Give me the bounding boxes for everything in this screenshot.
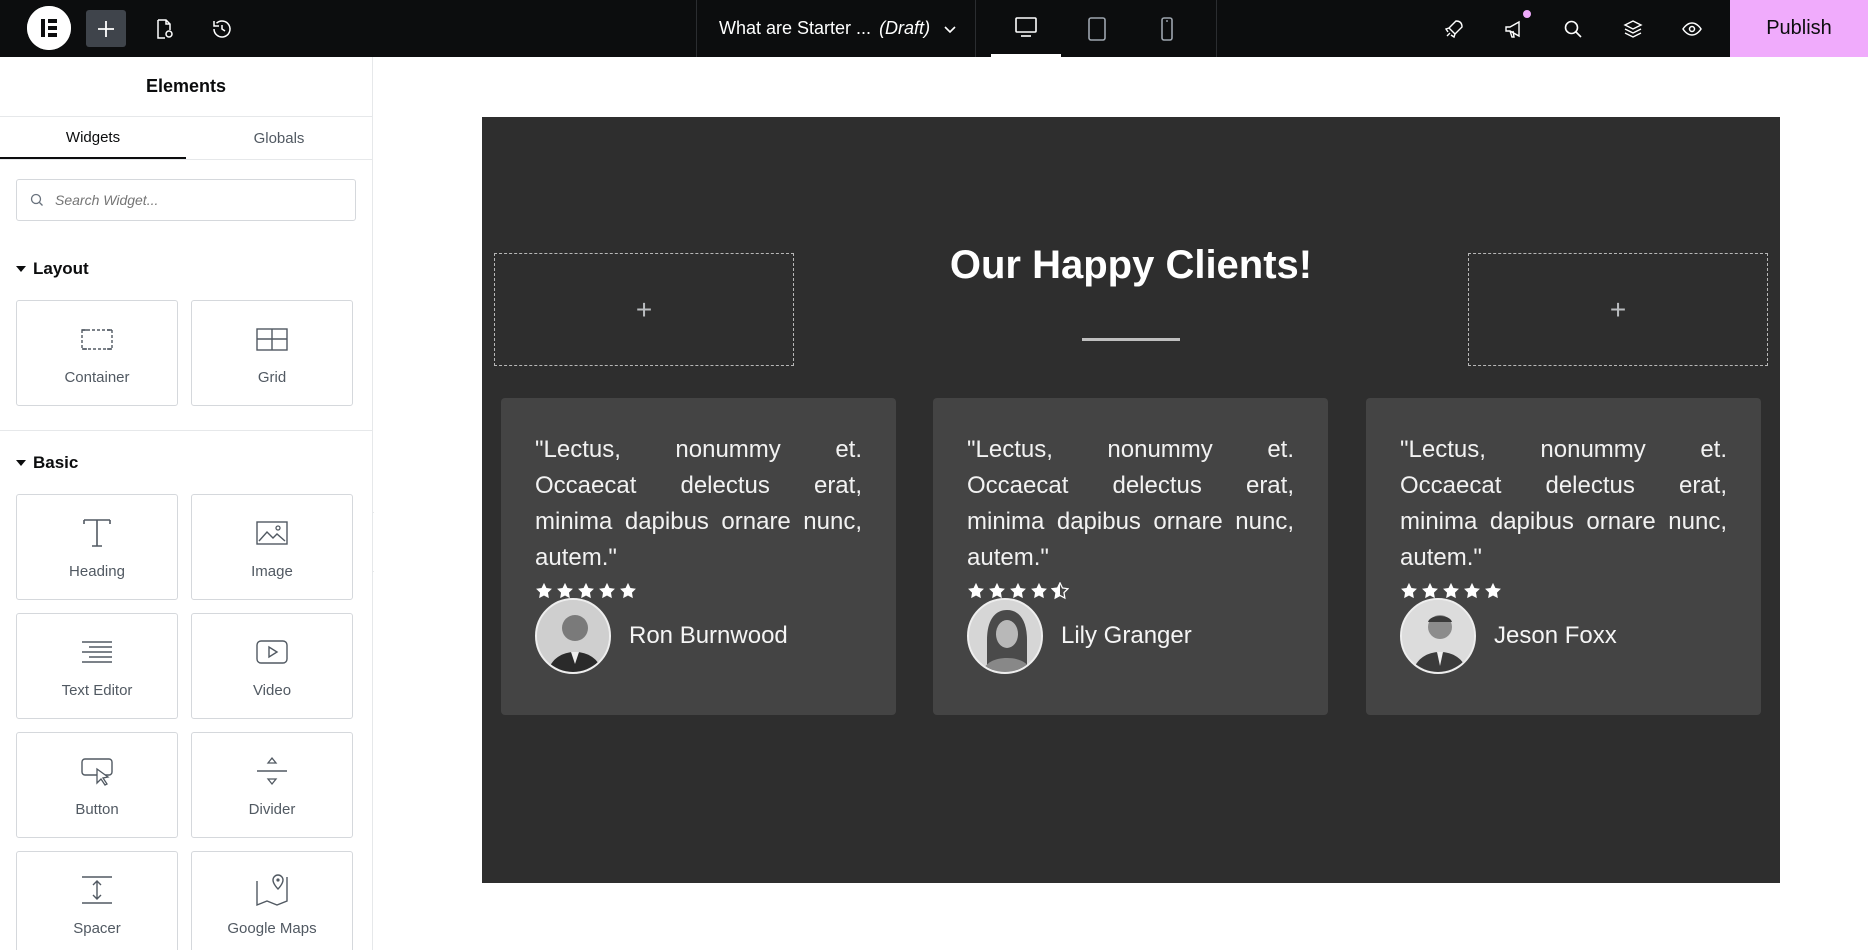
desktop-icon bbox=[1015, 17, 1037, 37]
notification-dot bbox=[1523, 10, 1531, 18]
elements-panel: Elements Widgets Globals Layout Containe… bbox=[0, 57, 373, 950]
search-button[interactable] bbox=[1553, 10, 1593, 47]
plus-icon bbox=[98, 20, 114, 37]
preview-button[interactable] bbox=[1672, 10, 1712, 47]
text-editor-icon bbox=[82, 640, 112, 663]
tab-widgets[interactable]: Widgets bbox=[0, 117, 186, 159]
widget-label: Spacer bbox=[73, 919, 121, 937]
avatar bbox=[535, 598, 611, 674]
publish-button[interactable]: Publish bbox=[1730, 0, 1868, 57]
desktop-view-button[interactable] bbox=[991, 0, 1061, 57]
structure-button[interactable] bbox=[1613, 10, 1653, 47]
search-widget-input[interactable] bbox=[55, 192, 315, 208]
google-maps-icon bbox=[256, 873, 288, 906]
eye-icon bbox=[1682, 21, 1702, 36]
widget-image[interactable]: Image bbox=[191, 494, 353, 600]
add-widget-icon[interactable]: + bbox=[1610, 294, 1626, 326]
widget-video[interactable]: Video bbox=[191, 613, 353, 719]
add-element-button[interactable] bbox=[86, 10, 126, 47]
person-photo-icon bbox=[969, 600, 1041, 672]
caret-down-icon bbox=[16, 266, 26, 272]
caret-down-icon bbox=[16, 460, 26, 466]
mobile-icon bbox=[1161, 16, 1173, 41]
tablet-view-button[interactable] bbox=[1062, 0, 1132, 57]
search-icon bbox=[1564, 20, 1582, 38]
button-icon bbox=[81, 757, 113, 786]
category-layout[interactable]: Layout bbox=[0, 257, 372, 281]
spacer-icon bbox=[82, 875, 112, 904]
avatar bbox=[967, 598, 1043, 674]
widget-heading[interactable]: Heading bbox=[16, 494, 178, 600]
widget-label: Google Maps bbox=[227, 919, 317, 937]
panel-tabs: Widgets Globals bbox=[0, 117, 372, 160]
device-switcher bbox=[977, 0, 1217, 57]
page-settings-icon bbox=[157, 18, 173, 39]
elementor-logo-icon[interactable] bbox=[27, 6, 71, 50]
megaphone-icon bbox=[1505, 20, 1520, 38]
testimonial-card[interactable]: "Lectus, nonummy et. Occaecat delectus e… bbox=[501, 398, 896, 715]
document-title-dropdown[interactable]: What are Starter ... (Draft) bbox=[696, 0, 976, 57]
person-photo-icon bbox=[1402, 600, 1474, 672]
widget-spacer[interactable]: Spacer bbox=[16, 851, 178, 950]
widget-search bbox=[16, 179, 356, 221]
testimonial-author: Ron Burnwood bbox=[535, 598, 788, 674]
author-name: Jeson Foxx bbox=[1494, 622, 1617, 649]
widget-label: Text Editor bbox=[61, 681, 133, 699]
heading-icon bbox=[83, 518, 111, 547]
section-heading[interactable]: Our Happy Clients! bbox=[482, 243, 1780, 288]
widget-label: Video bbox=[252, 681, 292, 699]
launch-button[interactable] bbox=[1434, 10, 1474, 47]
chevron-down-icon bbox=[944, 25, 956, 33]
widget-label: Button bbox=[75, 800, 119, 818]
testimonial-author: Jeson Foxx bbox=[1400, 598, 1617, 674]
add-widget-icon[interactable]: + bbox=[636, 294, 652, 326]
category-label: Layout bbox=[33, 259, 89, 278]
widget-label: Container bbox=[64, 368, 130, 386]
testimonial-card[interactable]: "Lectus, nonummy et. Occaecat delectus e… bbox=[1366, 398, 1761, 715]
testimonial-quote: "Lectus, nonummy et. Occaecat delectus e… bbox=[967, 436, 1294, 571]
avatar bbox=[1400, 598, 1476, 674]
author-name: Ron Burnwood bbox=[629, 622, 788, 649]
mobile-view-button[interactable] bbox=[1132, 0, 1202, 57]
video-icon bbox=[256, 639, 288, 664]
rocket-icon bbox=[1444, 19, 1463, 38]
tablet-icon bbox=[1088, 16, 1106, 41]
category-label: Basic bbox=[33, 453, 79, 472]
editor-canvas: + + Our Happy Clients! "Lectus, nonummy … bbox=[374, 57, 1868, 950]
widget-google-maps[interactable]: Google Maps bbox=[191, 851, 353, 950]
top-bar: What are Starter ... (Draft) Publish bbox=[0, 0, 1868, 57]
divider-icon bbox=[257, 756, 287, 785]
testimonial-author: Lily Granger bbox=[967, 598, 1192, 674]
panel-title: Elements bbox=[0, 57, 372, 117]
image-icon bbox=[256, 520, 288, 545]
widget-divider[interactable]: Divider bbox=[191, 732, 353, 838]
author-name: Lily Granger bbox=[1061, 622, 1192, 649]
person-photo-icon bbox=[537, 600, 609, 672]
document-title: What are Starter ... bbox=[719, 18, 872, 38]
widget-grid[interactable]: Grid bbox=[191, 300, 353, 406]
heading-divider bbox=[1082, 338, 1180, 341]
testimonial-quote: "Lectus, nonummy et. Occaecat delectus e… bbox=[535, 436, 862, 571]
history-button[interactable] bbox=[202, 10, 242, 47]
widget-label: Heading bbox=[69, 562, 125, 580]
category-basic[interactable]: Basic bbox=[0, 451, 372, 475]
widget-label: Image bbox=[251, 562, 293, 580]
widget-label: Grid bbox=[257, 368, 287, 386]
testimonials-section[interactable]: + + Our Happy Clients! "Lectus, nonummy … bbox=[482, 117, 1780, 883]
document-status: (Draft) bbox=[879, 18, 931, 38]
testimonial-quote: "Lectus, nonummy et. Occaecat delectus e… bbox=[1400, 436, 1727, 571]
widget-label: Divider bbox=[248, 800, 296, 818]
widget-button[interactable]: Button bbox=[16, 732, 178, 838]
layers-icon bbox=[1623, 19, 1643, 38]
container-icon bbox=[81, 328, 113, 350]
history-icon bbox=[213, 19, 231, 38]
widget-text-editor[interactable]: Text Editor bbox=[16, 613, 178, 719]
testimonial-card[interactable]: "Lectus, nonummy et. Occaecat delectus e… bbox=[933, 398, 1328, 715]
tab-globals[interactable]: Globals bbox=[186, 117, 372, 159]
section-divider bbox=[0, 430, 372, 431]
grid-icon bbox=[256, 327, 288, 351]
page-settings-button[interactable] bbox=[144, 10, 184, 47]
search-icon bbox=[30, 193, 43, 206]
widget-container[interactable]: Container bbox=[16, 300, 178, 406]
